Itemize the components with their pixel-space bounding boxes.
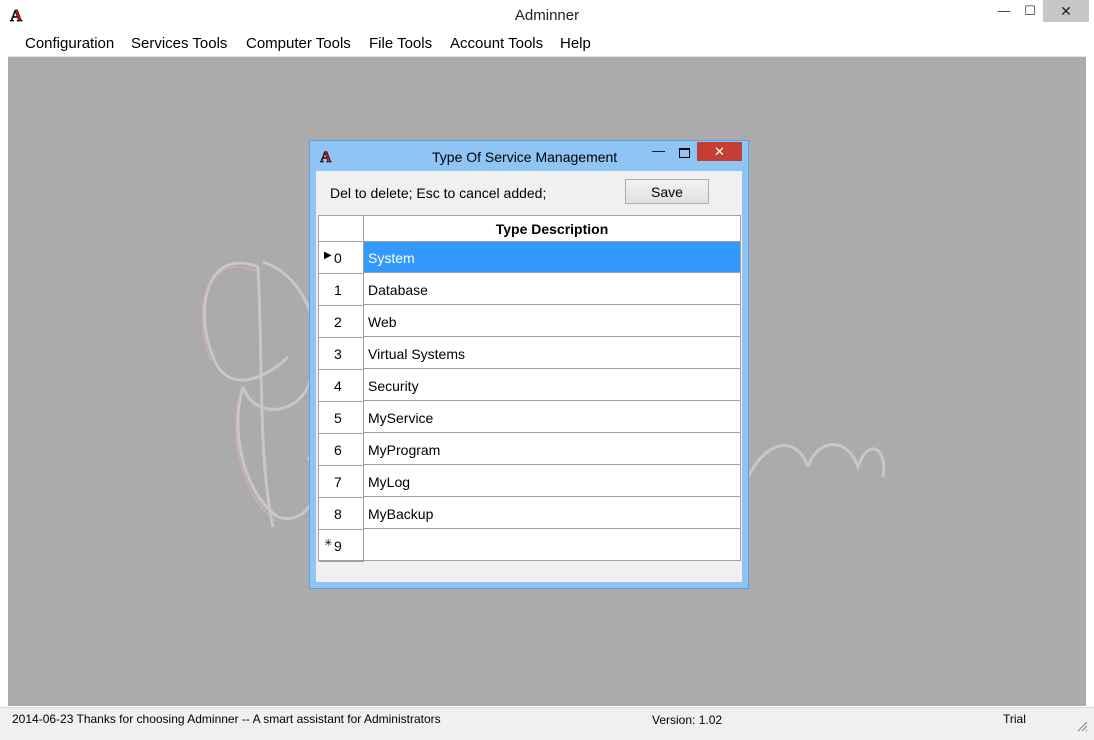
row-number: 1	[334, 282, 342, 298]
row-number: 8	[334, 506, 342, 522]
table-row[interactable]: 5 MyService	[319, 402, 740, 434]
minimize-button[interactable]: —	[990, 0, 1018, 22]
type-description-cell[interactable]: MyService	[364, 402, 740, 433]
type-description-cell[interactable]	[364, 530, 740, 561]
menu-account-tools[interactable]: Account Tools	[450, 35, 543, 52]
grid-header: Type Description	[319, 216, 740, 242]
row-number: 4	[334, 378, 342, 394]
title-bar: A Adminner — ☐ ✕	[0, 0, 1094, 30]
row-header[interactable]: 5	[319, 402, 364, 434]
dialog-minimize-button[interactable]: —	[652, 143, 665, 158]
type-description-cell[interactable]: Database	[364, 274, 740, 305]
row-header[interactable]: 4	[319, 370, 364, 402]
table-row[interactable]: 7 MyLog	[319, 466, 740, 498]
save-button[interactable]: Save	[625, 179, 709, 204]
status-bar: 2014-06-23 Thanks for choosing Adminner …	[0, 707, 1094, 740]
maximize-button[interactable]: ☐	[1016, 0, 1044, 22]
menu-bar: Configuration Services Tools Computer To…	[8, 30, 1086, 57]
cell-text: MyService	[368, 410, 434, 426]
mdi-workspace: A Type Of Service Management — ✕ Del to …	[8, 57, 1086, 706]
table-row[interactable]: ▶ 0 System	[319, 242, 740, 274]
cell-text: MyBackup	[368, 506, 434, 522]
row-number: 0	[334, 250, 342, 266]
column-header-type-description[interactable]: Type Description	[364, 221, 740, 237]
service-type-grid[interactable]: Type Description ▶ 0 System 1 Database 2 Web 3 V…	[318, 215, 741, 562]
row-number: 3	[334, 346, 342, 362]
type-of-service-dialog: A Type Of Service Management — ✕ Del to …	[309, 140, 749, 589]
new-row-asterisk-icon: ✳	[324, 538, 333, 549]
row-number: 2	[334, 314, 342, 330]
row-header[interactable]: 7	[319, 466, 364, 498]
menu-help[interactable]: Help	[560, 35, 591, 52]
grid-corner[interactable]	[319, 216, 364, 241]
table-row[interactable]: 6 MyProgram	[319, 434, 740, 466]
window-title: Adminner	[514, 7, 580, 24]
row-header[interactable]: 3	[319, 338, 364, 370]
status-message: 2014-06-23 Thanks for choosing Adminner …	[12, 712, 441, 726]
cell-text: Virtual Systems	[368, 346, 465, 362]
table-row[interactable]: 4 Security	[319, 370, 740, 402]
dialog-title: Type Of Service Management	[432, 149, 618, 165]
cell-text: System	[368, 250, 415, 266]
close-button[interactable]: ✕	[1043, 0, 1089, 22]
table-row[interactable]: 8 MyBackup	[319, 498, 740, 530]
menu-file-tools[interactable]: File Tools	[369, 35, 432, 52]
keyboard-hint: Del to delete; Esc to cancel added;	[330, 185, 547, 201]
row-header[interactable]: 8	[319, 498, 364, 530]
table-row[interactable]: 3 Virtual Systems	[319, 338, 740, 370]
type-description-cell[interactable]: MyProgram	[364, 434, 740, 465]
cell-text: MyProgram	[368, 442, 441, 458]
svg-text:A: A	[320, 149, 332, 164]
cell-text: Web	[368, 314, 397, 330]
type-description-cell[interactable]: MyBackup	[364, 498, 740, 529]
type-description-cell[interactable]: Security	[364, 370, 740, 401]
table-row[interactable]: 1 Database	[319, 274, 740, 306]
menu-services-tools[interactable]: Services Tools	[131, 35, 227, 52]
dialog-close-button[interactable]: ✕	[697, 142, 742, 161]
dialog-body: Del to delete; Esc to cancel added; Save…	[316, 171, 742, 582]
cell-text: Database	[368, 282, 428, 298]
status-version: Version: 1.02	[652, 713, 723, 727]
dialog-logo-icon: A	[320, 149, 333, 164]
resize-grip-icon[interactable]	[1076, 718, 1088, 732]
row-number: 9	[334, 538, 342, 554]
type-description-cell[interactable]: Virtual Systems	[364, 338, 740, 369]
row-header[interactable]: ✳ 9	[319, 530, 364, 562]
cell-text: Security	[368, 378, 419, 394]
type-description-cell[interactable]: MyLog	[364, 466, 740, 497]
menu-computer-tools[interactable]: Computer Tools	[246, 35, 351, 52]
type-description-cell[interactable]: Web	[364, 306, 740, 337]
row-number: 7	[334, 474, 342, 490]
row-header[interactable]: 6	[319, 434, 364, 466]
status-license: Trial	[1003, 712, 1026, 726]
row-header[interactable]: ▶ 0	[319, 242, 364, 274]
cell-text: MyLog	[368, 474, 411, 490]
menu-configuration[interactable]: Configuration	[25, 35, 114, 52]
table-row[interactable]: 2 Web	[319, 306, 740, 338]
dialog-maximize-button[interactable]	[679, 148, 690, 158]
table-row[interactable]: ✳ 9	[319, 530, 740, 562]
current-row-arrow-icon: ▶	[324, 250, 332, 261]
row-header[interactable]: 2	[319, 306, 364, 338]
type-description-cell[interactable]: System	[364, 242, 740, 273]
row-number: 6	[334, 442, 342, 458]
row-number: 5	[334, 410, 342, 426]
row-header[interactable]: 1	[319, 274, 364, 306]
